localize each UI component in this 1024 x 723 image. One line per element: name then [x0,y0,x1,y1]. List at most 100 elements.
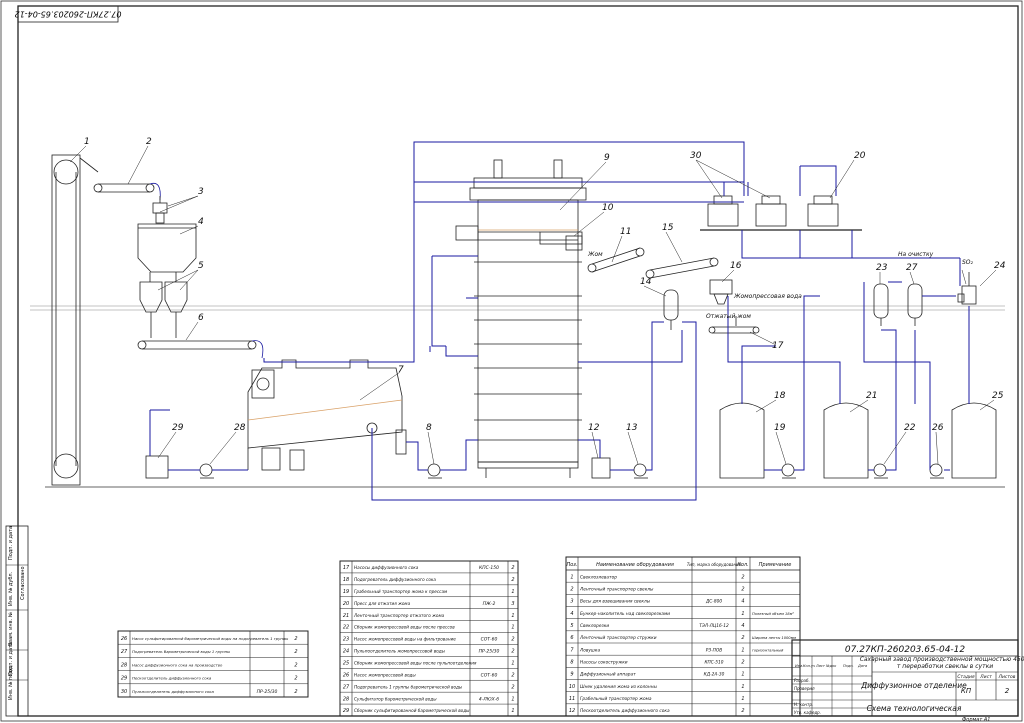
title-department: Диффузионное отделение [860,681,967,690]
table-cell-pos: 30 [121,689,127,695]
pos-30: 30 [690,151,702,161]
table-cell-name: Подогреватель 1 группы барометрической в… [354,684,463,689]
pos-26: 26 [932,423,944,433]
pos-15: 15 [662,223,674,233]
table-cell-pos: 24 [343,649,349,655]
th-qty: Кол. [737,562,748,568]
pos-27: 27 [906,263,918,273]
pos-2: 2 [146,137,152,147]
pos-28: 28 [234,423,246,433]
table-cell-pos: 18 [343,577,349,583]
table-cell-qty: 2 [511,577,514,583]
table-cell-qty: 1 [511,708,514,714]
table-cell-pos: 26 [121,636,127,642]
pos-19: 19 [774,423,786,433]
label-press-water: Жомопрессовая вода [733,293,802,300]
technological-scheme-sheet: 07.27КП-260203.65-04-12 Инв. № подл. Под… [0,0,1024,723]
role-4: №док [825,664,837,668]
table-cell-qty: 2 [511,637,514,643]
table-cell-mark: РЗ-ПОВ [706,647,723,653]
table-cell-mark: ТЭЛ-ЛЦ16-12 [699,623,729,629]
table-cell-pos: 29 [343,708,349,714]
title-sheet-title: Схема технологическая [867,704,962,713]
table-cell-pos: 20 [343,601,349,607]
table-cell-pos: 11 [569,696,575,702]
side-stamp: Инв. № подл. Подп. и дата Взам. инв. № И… [5,525,29,717]
title-sheet-header: Лист [979,674,992,680]
label-to-cleaning: На очистку [898,251,934,258]
role-2: Кол.уч [803,664,815,668]
table-cell-qty: 2 [741,635,744,641]
table-cell-qty: 2 [741,586,744,592]
pos-12: 12 [588,423,600,433]
table-cell-pos: 27 [121,649,128,655]
table-cell-name: Насос диффузионного сока на производство [132,662,223,667]
table-cell-mark: КД-2А-30 [704,672,725,678]
table-cell-pos: 4 [570,611,573,617]
equipment-table-right: Поз. Наименование оборудования Тип, марк… [565,556,801,717]
sand-separator-29 [145,455,169,479]
table-cell-pos: 5 [570,623,573,629]
table-cell-name: Подогреватель диффузионного сока [354,577,436,582]
th-name: Наименование оборудования [596,562,674,568]
table-cell-pos: 17 [343,565,350,571]
role-3: Лист [815,664,826,668]
process-flowsheet [30,141,1005,501]
table-cell-pos: 21 [343,613,349,619]
title-sheets-header: Листов [998,674,1016,680]
table-cell-pos: 22 [343,625,349,631]
table-cell-mark: ПР-25/30 [479,649,500,655]
water-heater-1 [873,283,889,326]
table-cell-qty: 2 [294,689,297,695]
collector-tank-25 [951,402,997,479]
table-cell-note: горизонтальный [752,648,784,652]
table-cell-qty: 2 [741,659,744,665]
collector-tank-18 [719,402,765,479]
table-cell-qty: 1 [511,660,514,666]
position-numbers: 1 2 3 4 5 6 7 8 9 10 11 12 13 14 15 16 1… [84,137,1006,433]
table-cell-name: Сборник жомопрессовой воды после прессов [354,625,455,630]
table-cell-qty: 4 [741,599,744,605]
table-cell-name: Пульпоотделитель диффузионного сока [132,689,215,694]
table-cell-qty: 2 [294,676,297,682]
table-cell-name: Бункер-накопитель над свеклорезками [580,611,670,617]
pos-3: 3 [198,187,204,197]
pos-23: 23 [876,263,888,273]
pos-4: 4 [198,217,204,227]
top-stamp: 07.27КП-260203.65-04-12 [15,5,121,23]
diffusion-column [469,159,587,478]
table-cell-qty: 1 [511,589,514,595]
pos-10: 10 [602,203,614,213]
title-code: 07.27КП-260203.65-04-12 [845,645,966,655]
collector-tank-21 [823,402,869,479]
table-cell-qty: 2 [511,649,514,655]
pos-14: 14 [640,277,652,287]
title-stage-header: Стадия [957,674,975,680]
table-cell-mark: СОТ-60 [481,672,498,678]
table-cell-pos: 8 [570,659,573,665]
table-cell-pos: 19 [343,589,349,595]
label-spent-pulp: Отжатый жом [706,313,751,320]
sand-separator-12 [591,457,611,479]
table-cell-pos: 7 [570,647,574,653]
process-pipelines [149,141,970,501]
table-cell-qty: 1 [741,696,744,702]
table-cell-pos: 2 [570,586,573,592]
table-cell-qty: 4 [741,623,744,629]
pos-21: 21 [866,391,877,401]
table-cell-qty: 2 [294,662,297,668]
table-cell-qty: 2 [511,672,514,678]
table-cell-pos: 1 [570,574,573,580]
title-sheets: 2 [1005,687,1010,695]
table-cell-pos: 25 [343,660,349,666]
side-stamp-label-5: Подп. и дата [8,526,14,560]
table-cell-name: Насосы диффузионного сока [354,565,419,570]
table-cell-name: Свеклорезки [580,623,609,629]
table-cell-name: Грабельный транспортер жома [580,696,652,702]
table-cell-name: Сборник сульфитированной барометрической… [354,708,470,713]
role-5: Подп. [843,664,854,668]
table-cell-pos: 28 [343,696,349,702]
title-project-line: Сахарный завод производственной мощность… [860,656,1024,670]
table-cell-qty: 2 [294,636,297,642]
role-9: Н. контр. [794,702,813,707]
